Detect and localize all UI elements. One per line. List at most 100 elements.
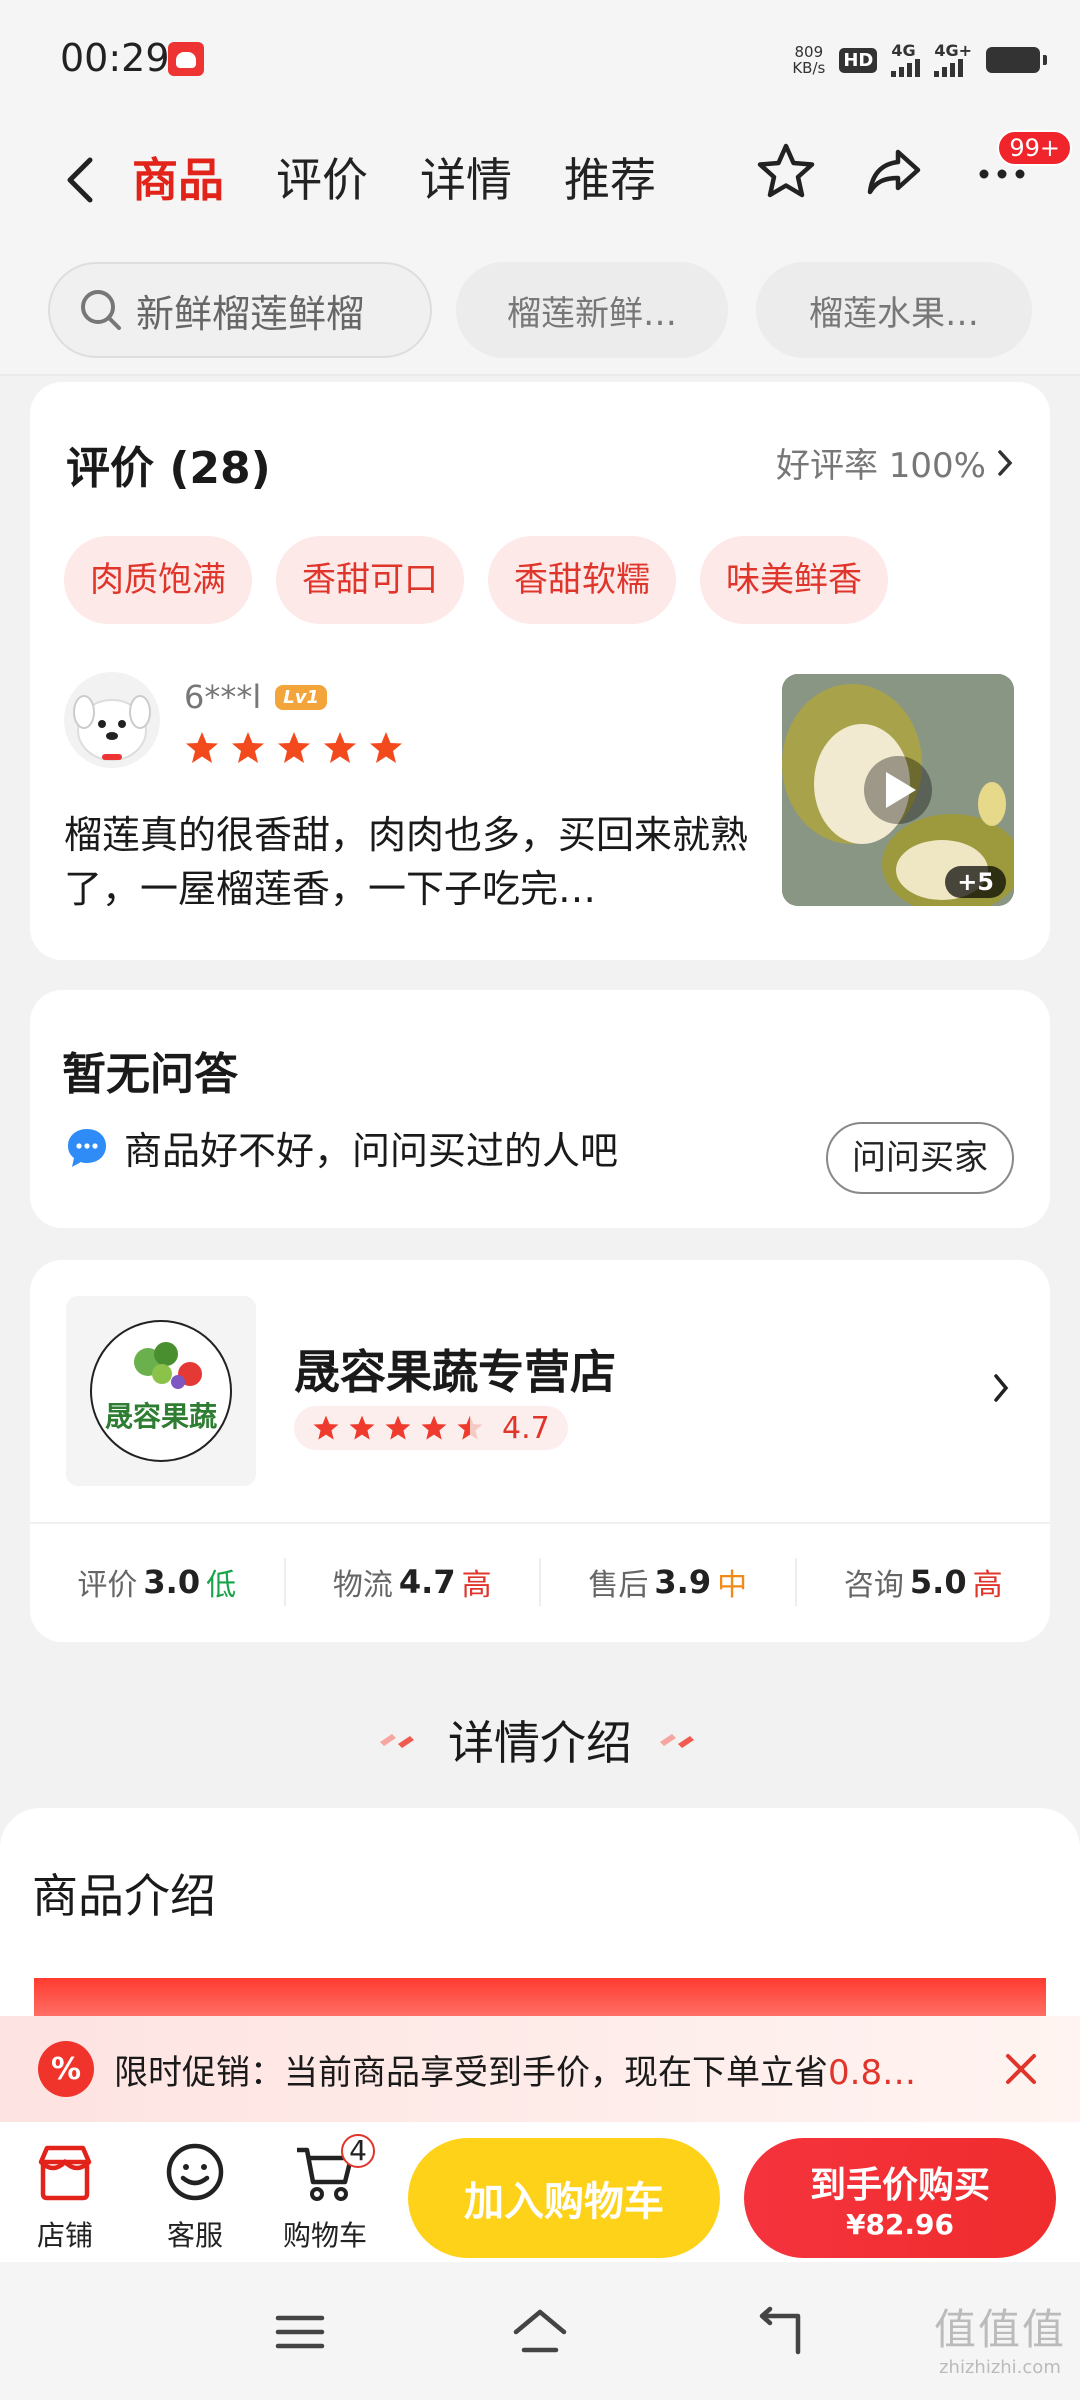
customer-service-button[interactable]: 客服 xyxy=(140,2140,250,2254)
metric-label: 物流 xyxy=(332,1568,393,1603)
shop-icon xyxy=(38,2145,92,2201)
store-logo-text: 晟容果蔬 xyxy=(105,1400,217,1433)
metric-consult: 咨询 5.0 高 xyxy=(797,1558,1051,1606)
app-notification-icon xyxy=(168,42,204,76)
cart-button[interactable]: 4 购物车 xyxy=(270,2134,380,2254)
detail-section-header: 详情介绍 xyxy=(0,1700,1080,1780)
good-rate-link[interactable]: 好评率 100% xyxy=(776,438,1014,487)
qa-prompt-text: 商品好不好，问问买过的人吧 xyxy=(124,1129,619,1173)
metric-aftersales: 售后 3.9 中 xyxy=(541,1558,797,1606)
signal-sim2-icon: 4G+ xyxy=(934,43,972,77)
review-tag[interactable]: 香甜软糯 xyxy=(488,536,676,624)
tab-product[interactable]: 商品 xyxy=(132,142,224,218)
share-icon[interactable] xyxy=(862,140,926,204)
cart-count-badge: 4 xyxy=(341,2134,375,2168)
cart-icon-wrap: 4 xyxy=(293,2134,375,2204)
star-icon xyxy=(370,732,402,763)
watermark-text: 值值值 xyxy=(933,2305,1066,2354)
dog-avatar-icon xyxy=(73,695,151,761)
back-arrow-icon[interactable] xyxy=(52,150,112,210)
tab-details[interactable]: 详情 xyxy=(420,142,512,218)
suggestion-chip-1[interactable]: 榴莲新鲜… xyxy=(456,262,728,358)
promo-text: 限时促销：当前商品享受到手价，现在下单立省0.8… xyxy=(114,2045,916,2094)
good-rate-text: 好评率 100% xyxy=(775,446,986,486)
promo-banner[interactable]: % 限时促销：当前商品享受到手价，现在下单立省0.8… xyxy=(0,2016,1080,2122)
metric-logistics: 物流 4.7 高 xyxy=(286,1558,541,1606)
promo-message: 限时促销：当前商品享受到手价，现在下单立省 xyxy=(114,2052,828,2093)
qa-prompt-row: 商品好不好，问问买过的人吧 xyxy=(64,1120,618,1175)
metric-level: 低 xyxy=(206,1568,237,1603)
review-text[interactable]: 榴莲真的很香甜，肉肉也多，买回来就熟了，一屋榴莲香，一下子吃完… xyxy=(64,808,784,916)
bottom-action-bar: 店铺 客服 4 购物车 加入购物车 到手价购买 ¥82.96 xyxy=(0,2122,1080,2262)
customer-service-icon xyxy=(166,2143,224,2201)
search-icon xyxy=(81,290,121,330)
review-tags: 肉质饱满 香甜可口 香甜软糯 味美鲜香 xyxy=(64,536,888,624)
reviewer-avatar xyxy=(64,672,160,768)
store-logo[interactable]: 晟容果蔬 xyxy=(66,1296,256,1486)
reviewer-info: 6***l Lv1 xyxy=(184,678,327,716)
half-star-icon xyxy=(457,1415,483,1440)
search-input[interactable]: 新鲜榴莲鲜榴 xyxy=(48,262,432,358)
status-time: 00:29 xyxy=(60,36,170,80)
star-icon xyxy=(313,1415,339,1440)
metric-level: 高 xyxy=(972,1568,1003,1603)
suggestion-chip-2[interactable]: 榴莲水果… xyxy=(756,262,1032,358)
product-intro-title: 商品介绍 xyxy=(32,1869,216,1923)
qa-title: 暂无问答 xyxy=(62,1049,238,1100)
buy-now-price: ¥82.96 xyxy=(845,2207,955,2241)
chevron-right-icon xyxy=(994,1374,1009,1402)
store-card[interactable]: 晟容果蔬 晟容果蔬专营店 4.7 评价 3.0 低 物流 4.7 高 售后 3.… xyxy=(30,1260,1050,1642)
shop-button[interactable]: 店铺 xyxy=(10,2140,120,2254)
system-nav-bar: 值值值 zhizhizhi.com xyxy=(0,2262,1080,2400)
metric-level: 高 xyxy=(461,1568,492,1603)
metric-score: 5.0 xyxy=(909,1563,967,1601)
photo-count: +5 xyxy=(945,866,1006,898)
shop-label: 店铺 xyxy=(36,2219,93,2252)
status-indicators: 809 KB/s HD 4G 4G+ xyxy=(792,40,1047,80)
review-video-thumbnail[interactable]: +5 xyxy=(782,674,1014,906)
reviews-card: 评价 (28) 好评率 100% 肉质饱满 香甜可口 香甜软糯 味美鲜香 6**… xyxy=(30,382,1050,960)
more-menu-button[interactable]: 99+ xyxy=(970,130,1072,204)
metric-label: 评价 xyxy=(77,1568,138,1603)
back-nav-icon[interactable] xyxy=(752,2304,808,2360)
store-logo-image: 晟容果蔬 xyxy=(90,1320,232,1462)
sim1-label: 4G xyxy=(891,41,916,60)
store-metrics: 评价 3.0 低 物流 4.7 高 售后 3.9 中 咨询 5.0 高 xyxy=(30,1522,1050,1642)
metric-label: 咨询 xyxy=(843,1568,904,1603)
metric-reviews: 评价 3.0 低 xyxy=(30,1558,286,1606)
chevron-right-icon xyxy=(998,449,1013,476)
star-icon xyxy=(232,732,264,763)
store-rating: 4.7 xyxy=(294,1406,568,1450)
buy-now-label: 到手价购买 xyxy=(809,2164,990,2206)
metric-label: 售后 xyxy=(588,1568,649,1603)
ask-buyers-button[interactable]: 问问买家 xyxy=(826,1122,1014,1194)
signal-sim1-icon: 4G xyxy=(891,41,921,77)
favorite-star-icon[interactable] xyxy=(754,140,818,204)
store-name[interactable]: 晟容果蔬专营店 xyxy=(294,1336,616,1402)
reviews-title[interactable]: 评价 (28) xyxy=(66,432,271,496)
tab-reviews[interactable]: 评价 xyxy=(276,142,368,218)
chat-bubble-icon xyxy=(68,1128,106,1167)
detail-section-title: 详情介绍 xyxy=(448,1716,632,1770)
star-icon xyxy=(278,732,310,763)
watermark-url: zhizhizhi.com xyxy=(939,2357,1061,2378)
menu-icon[interactable] xyxy=(272,2304,328,2360)
star-icon xyxy=(324,732,356,763)
network-speed: 809 KB/s xyxy=(792,44,825,76)
metric-score: 3.0 xyxy=(143,1563,201,1601)
promo-highlight: 0.8… xyxy=(828,2052,917,2093)
cart-label: 购物车 xyxy=(282,2219,367,2252)
tab-recommend[interactable]: 推荐 xyxy=(564,142,656,218)
watermark: 值值值 zhizhizhi.com xyxy=(934,2296,1066,2378)
star-icon xyxy=(349,1415,375,1440)
add-to-cart-button[interactable]: 加入购物车 xyxy=(408,2138,720,2258)
review-tag[interactable]: 味美鲜香 xyxy=(700,536,888,624)
home-icon[interactable] xyxy=(512,2304,568,2360)
review-stars xyxy=(184,730,404,766)
metric-score: 4.7 xyxy=(398,1563,456,1601)
close-icon[interactable] xyxy=(1000,2048,1042,2090)
review-tag[interactable]: 肉质饱满 xyxy=(64,536,252,624)
buy-now-button[interactable]: 到手价购买 ¥82.96 xyxy=(744,2138,1056,2258)
network-speed-unit: KB/s xyxy=(792,59,826,77)
review-tag[interactable]: 香甜可口 xyxy=(276,536,464,624)
